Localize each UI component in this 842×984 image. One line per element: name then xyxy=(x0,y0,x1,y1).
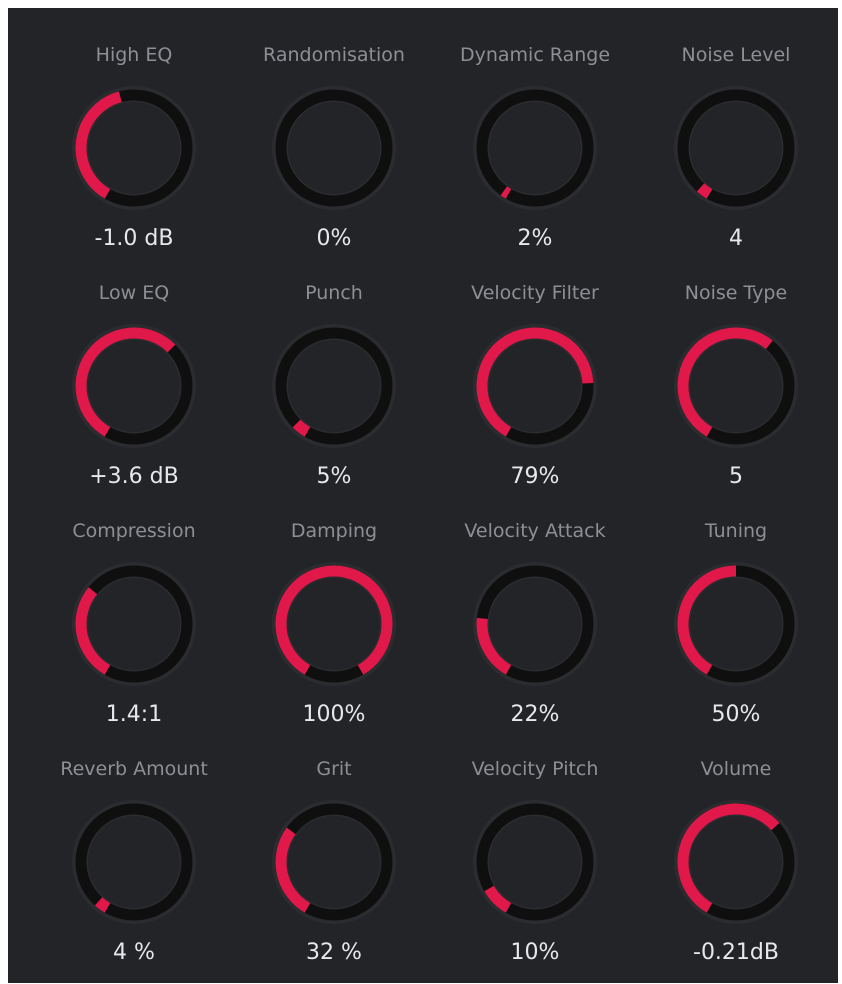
knob-dial-randomisation[interactable] xyxy=(270,84,398,212)
knob-panel: High EQ -1.0 dB Randomisation 0% Dynamic… xyxy=(8,8,838,983)
knob-noise-type: Noise Type 5 xyxy=(636,246,836,489)
knob-face xyxy=(288,102,380,194)
knob-dial-punch[interactable] xyxy=(270,322,398,450)
knob-label: Damping xyxy=(290,520,378,542)
knob-grit: Grit 32 % xyxy=(234,722,434,965)
knob-dial-noise-type[interactable] xyxy=(672,322,800,450)
knob-dial-low-eq[interactable] xyxy=(70,322,198,450)
knob-value: 32 % xyxy=(306,940,362,965)
knob-face xyxy=(489,340,581,432)
knob-tuning: Tuning 50% xyxy=(636,484,836,727)
knob-label: Randomisation xyxy=(263,44,405,66)
knob-damping: Damping 100% xyxy=(234,484,434,727)
knob-label: Volume xyxy=(700,758,772,780)
knob-face xyxy=(288,340,380,432)
knob-label: Velocity Pitch xyxy=(471,758,599,780)
knob-face xyxy=(88,340,180,432)
knob-label: Velocity Filter xyxy=(471,282,599,304)
knob-face xyxy=(690,340,782,432)
knob-dial-velocity-attack[interactable] xyxy=(471,560,599,688)
knob-randomisation: Randomisation 0% xyxy=(234,8,434,251)
knob-face xyxy=(690,102,782,194)
knob-volume: Volume -0.21dB xyxy=(636,722,836,965)
knob-dial-velocity-filter[interactable] xyxy=(471,322,599,450)
knob-compression: Compression 1.4:1 xyxy=(34,484,234,727)
knob-label: High EQ xyxy=(95,44,173,66)
knob-low-eq: Low EQ +3.6 dB xyxy=(34,246,234,489)
knob-face xyxy=(88,102,180,194)
knob-label: Low EQ xyxy=(98,282,170,304)
knob-face xyxy=(690,578,782,670)
knob-value-arc xyxy=(696,183,713,199)
knob-value: 10% xyxy=(510,940,560,965)
knob-label: Reverb Amount xyxy=(60,758,208,780)
knob-value-arc xyxy=(292,419,311,437)
knob-dial-volume[interactable] xyxy=(672,798,800,926)
knob-velocity-filter: Velocity Filter 79% xyxy=(435,246,635,489)
knob-face xyxy=(690,816,782,908)
knob-face xyxy=(489,816,581,908)
knob-label: Dynamic Range xyxy=(459,44,611,66)
knob-dynamic-range: Dynamic Range 2% xyxy=(435,8,635,251)
knob-dial-reverb-amount[interactable] xyxy=(70,798,198,926)
knob-label: Noise Type xyxy=(684,282,788,304)
knob-velocity-attack: Velocity Attack 22% xyxy=(435,484,635,727)
knob-dial-noise-level[interactable] xyxy=(672,84,800,212)
knob-punch: Punch 5% xyxy=(234,246,434,489)
knob-dial-compression[interactable] xyxy=(70,560,198,688)
knob-face xyxy=(489,102,581,194)
knob-face xyxy=(288,816,380,908)
knob-face xyxy=(88,816,180,908)
knob-label: Noise Level xyxy=(681,44,791,66)
knob-label: Tuning xyxy=(704,520,768,542)
knob-face xyxy=(288,578,380,670)
knob-label: Velocity Attack xyxy=(464,520,606,542)
knob-dial-velocity-pitch[interactable] xyxy=(471,798,599,926)
knob-velocity-pitch: Velocity Pitch 10% xyxy=(435,722,635,965)
knob-face xyxy=(489,578,581,670)
knob-value: 4 % xyxy=(113,940,155,965)
knob-value-arc xyxy=(94,897,111,913)
knob-dial-damping[interactable] xyxy=(270,560,398,688)
knob-dial-grit[interactable] xyxy=(270,798,398,926)
knob-high-eq: High EQ -1.0 dB xyxy=(34,8,234,251)
knob-reverb-amount: Reverb Amount 4 % xyxy=(34,722,234,965)
knob-value: -0.21dB xyxy=(693,940,779,965)
knob-label: Compression xyxy=(72,520,196,542)
knob-label: Punch xyxy=(305,282,363,304)
knob-dial-high-eq[interactable] xyxy=(70,84,198,212)
knob-value-arc xyxy=(500,186,512,199)
knob-dial-tuning[interactable] xyxy=(672,560,800,688)
knob-noise-level: Noise Level 4 xyxy=(636,8,836,251)
knob-dial-dynamic-range[interactable] xyxy=(471,84,599,212)
knob-face xyxy=(88,578,180,670)
knob-label: Grit xyxy=(316,758,352,780)
